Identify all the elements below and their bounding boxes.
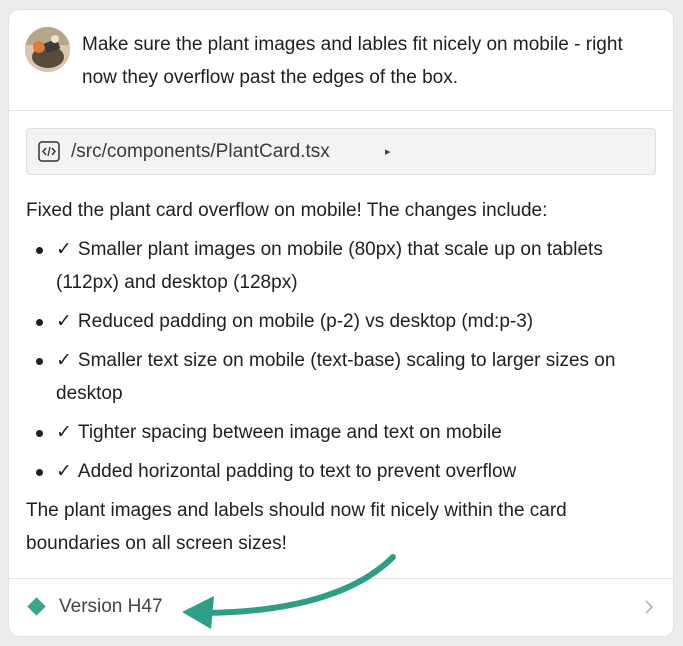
list-item: ✓ Reduced padding on mobile (p-2) vs desk… bbox=[36, 305, 662, 338]
list-item: ✓ Smaller plant images on mobile (80px) t… bbox=[36, 233, 662, 299]
check-icon: ✓ bbox=[56, 311, 72, 332]
file-path: /src/components/PlantCard.tsx bbox=[71, 141, 330, 162]
check-icon: ✓ bbox=[56, 461, 72, 482]
file-reference-chip[interactable]: /src/components/PlantCard.tsx ▸ bbox=[26, 128, 656, 175]
check-icon: ✓ bbox=[56, 422, 72, 443]
user-message-text: Make sure the plant images and lables fi… bbox=[82, 34, 623, 88]
list-item: ✓ Added horizontal padding to text to pre… bbox=[36, 455, 662, 488]
diamond-icon bbox=[27, 597, 46, 616]
changes-list: ✓ Smaller plant images on mobile (80px) t… bbox=[26, 233, 662, 488]
chevron-right-icon[interactable] bbox=[643, 598, 655, 616]
user-message: Make sure the plant images and lables fi… bbox=[9, 10, 673, 111]
response-intro: Fixed the plant card overflow on mobile!… bbox=[26, 200, 548, 221]
version-label: Version H47 bbox=[59, 596, 163, 617]
list-item: ✓ Tighter spacing between image and text … bbox=[36, 416, 662, 449]
check-icon: ✓ bbox=[56, 239, 72, 260]
check-icon: ✓ bbox=[56, 350, 72, 371]
code-file-icon bbox=[38, 141, 60, 162]
user-avatar bbox=[25, 27, 70, 72]
chat-card: Make sure the plant images and lables fi… bbox=[9, 10, 673, 636]
version-row[interactable]: Version H47 bbox=[9, 578, 673, 636]
assistant-response: Fixed the plant card overflow on mobile!… bbox=[26, 194, 662, 560]
list-item: ✓ Smaller text size on mobile (text-base)… bbox=[36, 344, 662, 410]
expand-caret-icon[interactable]: ▸ bbox=[385, 144, 391, 160]
response-outro: The plant images and labels should now f… bbox=[26, 500, 567, 554]
